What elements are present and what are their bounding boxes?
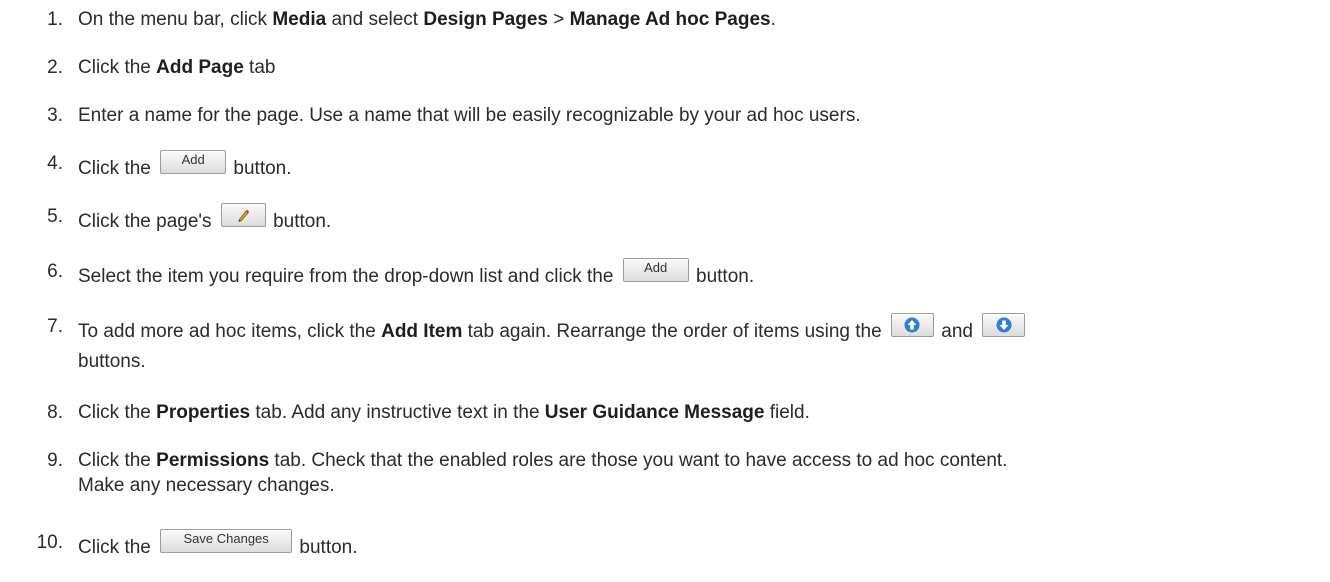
step-text: Click the Save Changes button. bbox=[78, 528, 358, 558]
pencil-icon bbox=[238, 209, 250, 222]
step-number: 2. bbox=[47, 57, 63, 78]
instruction-steps: 1. On the menu bar, click Media and sele… bbox=[0, 0, 1330, 582]
menu-media: Media bbox=[272, 9, 327, 30]
step-text: On the menu bar, click Media and select … bbox=[78, 9, 776, 30]
move-down-button[interactable] bbox=[982, 312, 1026, 337]
field-user-guidance-message: User Guidance Message bbox=[544, 402, 765, 423]
arrow-down-icon bbox=[996, 317, 1012, 333]
step-text: Click the Add button. bbox=[78, 149, 292, 179]
menu-design-pages: Design Pages bbox=[423, 9, 548, 30]
tab-add-page: Add Page bbox=[156, 57, 244, 78]
step-text: Click the page's button. bbox=[78, 202, 331, 234]
tab-properties: Properties bbox=[156, 402, 251, 423]
step-text-continued: buttons. bbox=[78, 351, 146, 372]
tab-add-item: Add Item bbox=[381, 321, 463, 342]
step-number: 10. bbox=[36, 532, 63, 553]
step-number: 7. bbox=[47, 316, 63, 337]
step-text: Select the item you require from the dro… bbox=[78, 257, 755, 287]
move-up-button[interactable] bbox=[890, 312, 934, 337]
step-number: 9. bbox=[47, 450, 63, 471]
step-text: Click the Add Page tab bbox=[78, 57, 276, 78]
step-text: Click the Permissions tab. Check that th… bbox=[78, 450, 1008, 471]
step-number: 5. bbox=[47, 206, 63, 227]
step-number: 3. bbox=[47, 105, 63, 126]
add-button[interactable]: Add bbox=[160, 149, 227, 174]
arrow-up-icon bbox=[904, 317, 920, 333]
step-text-continued: Make any necessary changes. bbox=[78, 475, 335, 496]
edit-button[interactable] bbox=[220, 202, 266, 227]
step-text: Click the Properties tab. Add any instru… bbox=[78, 402, 810, 423]
menu-manage-ad-hoc-pages: Manage Ad hoc Pages bbox=[569, 9, 771, 30]
add-button[interactable]: Add bbox=[622, 257, 689, 282]
step-number: 1. bbox=[47, 9, 63, 30]
step-number: 8. bbox=[47, 402, 63, 423]
tab-permissions: Permissions bbox=[156, 450, 270, 471]
step-number: 4. bbox=[47, 153, 63, 174]
step-number: 6. bbox=[47, 261, 63, 282]
step-text: To add more ad hoc items, click the Add … bbox=[78, 312, 1027, 344]
save-changes-button[interactable]: Save Changes bbox=[160, 528, 293, 553]
step-text: Enter a name for the page. Use a name th… bbox=[78, 105, 861, 126]
